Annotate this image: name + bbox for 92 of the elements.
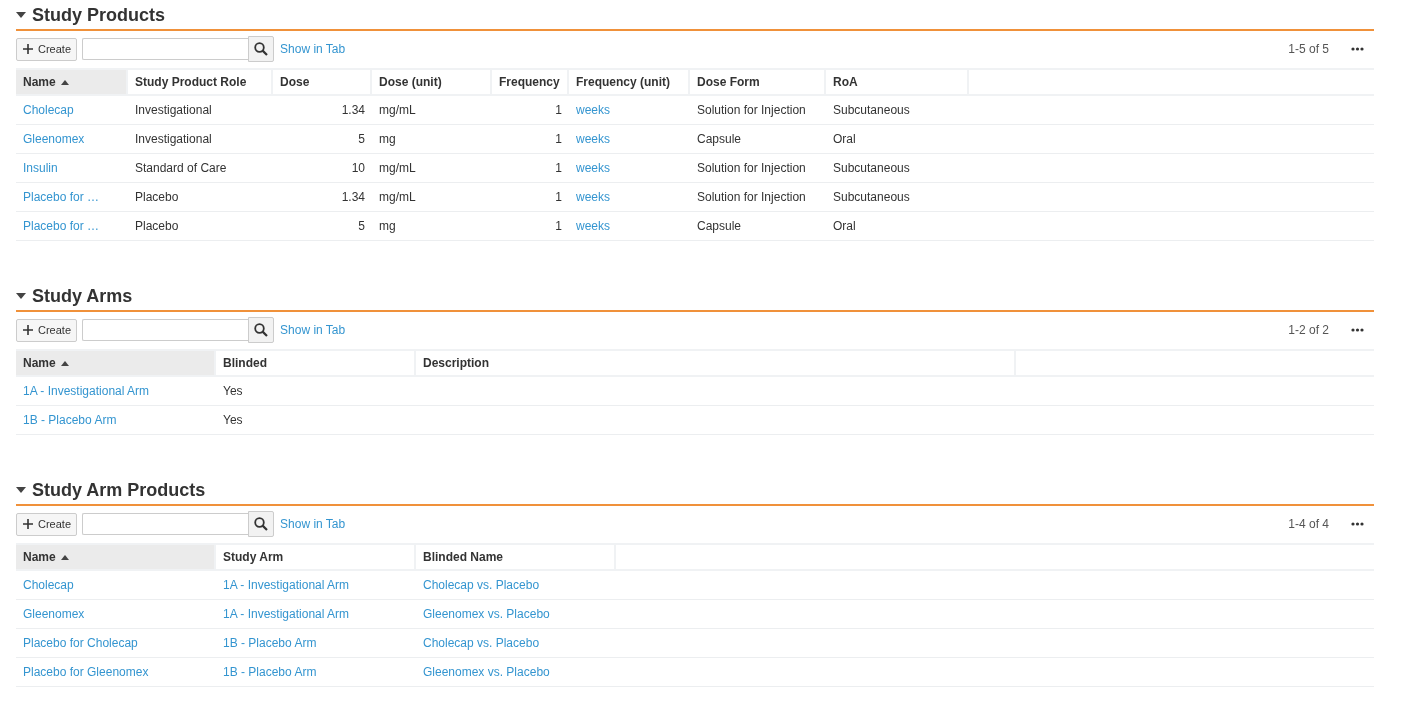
table-link[interactable]: 1B - Placebo Arm — [223, 636, 317, 650]
search-icon — [254, 42, 269, 56]
table-cell: Placebo — [135, 190, 179, 204]
table-link[interactable]: Placebo for Gleenomex — [23, 665, 149, 679]
table-link[interactable]: Gleenomex vs. Placebo — [423, 607, 550, 621]
more-icon[interactable] — [1351, 522, 1364, 526]
search-field[interactable] — [82, 319, 249, 341]
table-link[interactable]: 1B - Placebo Arm — [23, 413, 117, 427]
sort-icon — [60, 79, 69, 85]
column-header[interactable]: Name — [16, 70, 128, 94]
table-link[interactable]: Placebo for … — [23, 219, 100, 233]
search-button[interactable] — [248, 36, 275, 62]
table-cell: Yes — [223, 384, 243, 398]
column-header[interactable]: Name — [16, 545, 216, 569]
table-cell: Capsule — [697, 132, 742, 146]
table-cell: 1 — [555, 103, 562, 117]
create-button[interactable]: Create — [16, 512, 78, 536]
show-in-tab-link[interactable]: Show in Tab — [280, 42, 346, 56]
table-cell: 1.34 — [341, 103, 365, 117]
table-link[interactable]: weeks — [576, 103, 610, 117]
table-cell: Solution for Injection — [697, 190, 806, 204]
more-icon[interactable] — [1351, 47, 1364, 51]
table-link[interactable]: weeks — [576, 190, 610, 204]
table-cell: Solution for Injection — [697, 161, 806, 175]
caret-icon[interactable] — [16, 293, 26, 299]
table-cell: mg — [379, 132, 396, 146]
section-title: Study Arms — [32, 285, 133, 307]
plus-icon — [23, 44, 33, 54]
table-cell: Subcutaneous — [833, 103, 910, 117]
table-link[interactable]: 1A - Investigational Arm — [223, 578, 350, 592]
table-cell: Investigational — [135, 132, 212, 146]
table-link[interactable]: Gleenomex — [23, 607, 85, 621]
create-button[interactable]: Create — [16, 318, 78, 342]
table-cell: 1 — [555, 132, 562, 146]
table-link[interactable]: Gleenomex vs. Placebo — [423, 665, 550, 679]
table-cell: Solution for Injection — [697, 103, 806, 117]
search-field[interactable] — [82, 38, 249, 60]
table-link[interactable]: 1A - Investigational Arm — [223, 607, 350, 621]
column-header[interactable]: Name — [16, 351, 216, 375]
paging-text: 1-4 of 4 — [1288, 517, 1329, 531]
create-button[interactable]: Create — [16, 37, 78, 61]
table-link[interactable]: weeks — [576, 132, 610, 146]
table-cell: 1 — [555, 161, 562, 175]
show-in-tab-link[interactable]: Show in Tab — [280, 323, 346, 337]
table-link[interactable]: Placebo for Cholecap — [23, 636, 138, 650]
table-link[interactable]: 1A - Investigational Arm — [23, 384, 150, 398]
table-link[interactable]: weeks — [576, 219, 610, 233]
table-link[interactable]: Cholecap vs. Placebo — [423, 636, 540, 650]
table-cell: 5 — [358, 132, 365, 146]
table-cell: mg — [379, 219, 396, 233]
table-cell: Investigational — [135, 103, 212, 117]
search-button[interactable] — [248, 317, 275, 343]
table-cell: Oral — [833, 219, 856, 233]
table-cell: 1 — [555, 190, 562, 204]
table-link[interactable]: Cholecap — [23, 578, 74, 592]
table-link[interactable]: Placebo for … — [23, 190, 100, 204]
plus-icon — [23, 325, 33, 335]
paging-text: 1-5 of 5 — [1288, 42, 1329, 56]
table-link[interactable]: weeks — [576, 161, 610, 175]
table-cell: Oral — [833, 132, 856, 146]
sort-icon — [60, 554, 69, 560]
table-cell: mg/mL — [379, 190, 416, 204]
table-cell: Subcutaneous — [833, 190, 910, 204]
caret-icon[interactable] — [16, 12, 26, 18]
table-cell: mg/mL — [379, 161, 416, 175]
search-field[interactable] — [82, 513, 249, 535]
show-in-tab-link[interactable]: Show in Tab — [280, 517, 346, 531]
table-cell: Yes — [223, 413, 243, 427]
table-cell: Placebo — [135, 219, 179, 233]
table-cell: Subcutaneous — [833, 161, 910, 175]
more-icon[interactable] — [1351, 328, 1364, 332]
section-title: Study Arm Products — [32, 479, 206, 501]
caret-icon[interactable] — [16, 487, 26, 493]
table-cell: mg/mL — [379, 103, 416, 117]
search-icon — [254, 323, 269, 337]
search-button[interactable] — [248, 511, 275, 537]
section-title: Study Products — [32, 4, 165, 26]
table-cell: 1.34 — [341, 190, 365, 204]
table-cell: 1 — [555, 219, 562, 233]
search-icon — [254, 517, 269, 531]
table-link[interactable]: Insulin — [23, 161, 58, 175]
table-link[interactable]: Gleenomex — [23, 132, 85, 146]
table-cell: 10 — [351, 161, 365, 175]
table-cell: 5 — [358, 219, 365, 233]
table-cell: Standard of Care — [135, 161, 227, 175]
table-link[interactable]: Cholecap — [23, 103, 74, 117]
sort-icon — [60, 360, 69, 366]
table-link[interactable]: 1B - Placebo Arm — [223, 665, 317, 679]
plus-icon — [23, 519, 33, 529]
table-link[interactable]: Cholecap vs. Placebo — [423, 578, 540, 592]
table-cell: Capsule — [697, 219, 742, 233]
paging-text: 1-2 of 2 — [1288, 323, 1329, 337]
